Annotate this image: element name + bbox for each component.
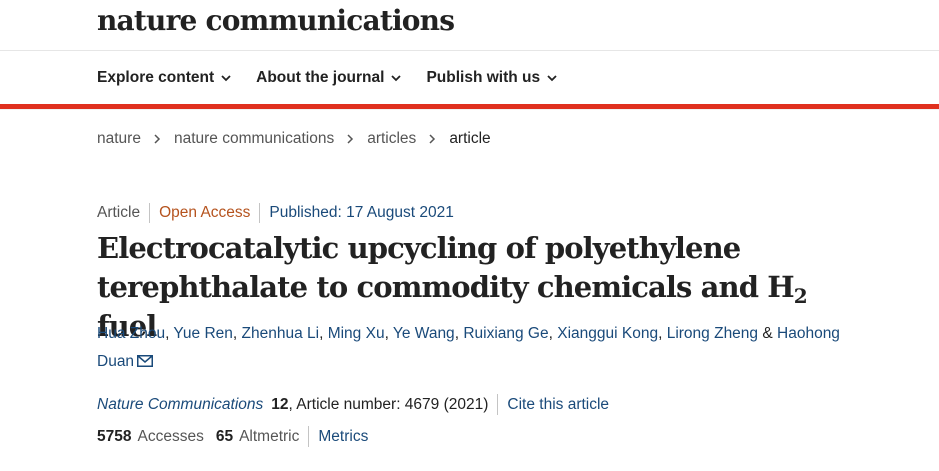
article-number: , Article number: 4679 (2021)	[288, 395, 489, 413]
chevron-right-icon	[153, 134, 161, 144]
article-type: Article	[97, 204, 141, 221]
chevron-right-icon	[428, 134, 436, 144]
author-link[interactable]: Xianggui Kong	[557, 325, 658, 342]
metrics-line: 5758 Accesses 65 Altmetric Metrics	[97, 426, 368, 447]
main-nav: Explore content About the journal Publis…	[97, 62, 582, 94]
cite-this-article-link[interactable]: Cite this article	[507, 396, 609, 414]
chevron-down-icon	[221, 73, 231, 83]
altmetric-count: 65	[215, 427, 234, 445]
accent-divider-shadow	[0, 109, 939, 110]
nav-about-the-journal[interactable]: About the journal	[256, 69, 402, 87]
author-link[interactable]: Ruixiang Ge	[463, 325, 548, 342]
article-meta: Article Open Access Published: 17 August…	[97, 203, 454, 223]
nav-item-label: Explore content	[97, 69, 215, 86]
header-divider	[0, 50, 939, 51]
altmetric-label: Altmetric	[239, 427, 300, 445]
title-text: Electrocatalytic upcycling of polyethyle…	[97, 231, 795, 304]
chevron-down-icon	[391, 73, 402, 83]
site-header: nature communications	[0, 0, 939, 50]
author-list: Hua Zhou, Yue Ren, Zhenhua Li, Ming Xu, …	[97, 325, 840, 370]
meta-separator	[149, 203, 151, 223]
volume-number: 12	[271, 395, 289, 413]
breadcrumb-item-article: article	[449, 130, 491, 147]
title-subscript: 2	[793, 284, 808, 308]
accesses-count: 5758	[97, 427, 132, 445]
chevron-down-icon	[547, 73, 557, 83]
author-link[interactable]: Yue Ren	[173, 325, 232, 342]
breadcrumb-item-articles[interactable]: articles	[367, 130, 416, 148]
author-link[interactable]: Hua Zhou	[97, 325, 165, 342]
journal-link[interactable]: Nature Communications	[97, 396, 263, 414]
nav-publish-with-us[interactable]: Publish with us	[426, 69, 557, 87]
meta-separator	[497, 394, 499, 415]
nav-item-label: Publish with us	[426, 69, 541, 86]
chevron-right-icon	[346, 134, 354, 144]
metrics-link[interactable]: Metrics	[318, 428, 368, 446]
author-link[interactable]: Lirong Zheng	[667, 325, 758, 342]
nav-item-label: About the journal	[256, 69, 385, 86]
meta-separator	[308, 426, 310, 447]
open-access-badge: Open Access	[159, 204, 251, 221]
author-link[interactable]: Zhenhua Li	[242, 325, 320, 342]
author-link[interactable]: Ye Wang	[393, 325, 455, 342]
accesses-label: Accesses	[137, 427, 204, 445]
citation-line: Nature Communications 12 , Article numbe…	[97, 394, 609, 415]
meta-separator	[259, 203, 261, 223]
mail-icon[interactable]	[137, 355, 154, 367]
author-ampersand: &	[762, 325, 773, 342]
breadcrumb: nature nature communications articles ar…	[97, 130, 491, 148]
breadcrumb-item-nature-communications[interactable]: nature communications	[174, 130, 334, 148]
author-link[interactable]: Ming Xu	[328, 325, 385, 342]
nav-explore-content[interactable]: Explore content	[97, 69, 231, 87]
published-date: Published: 17 August 2021	[269, 204, 454, 221]
breadcrumb-item-nature[interactable]: nature	[97, 130, 141, 148]
site-logo[interactable]: nature communications	[97, 4, 455, 37]
